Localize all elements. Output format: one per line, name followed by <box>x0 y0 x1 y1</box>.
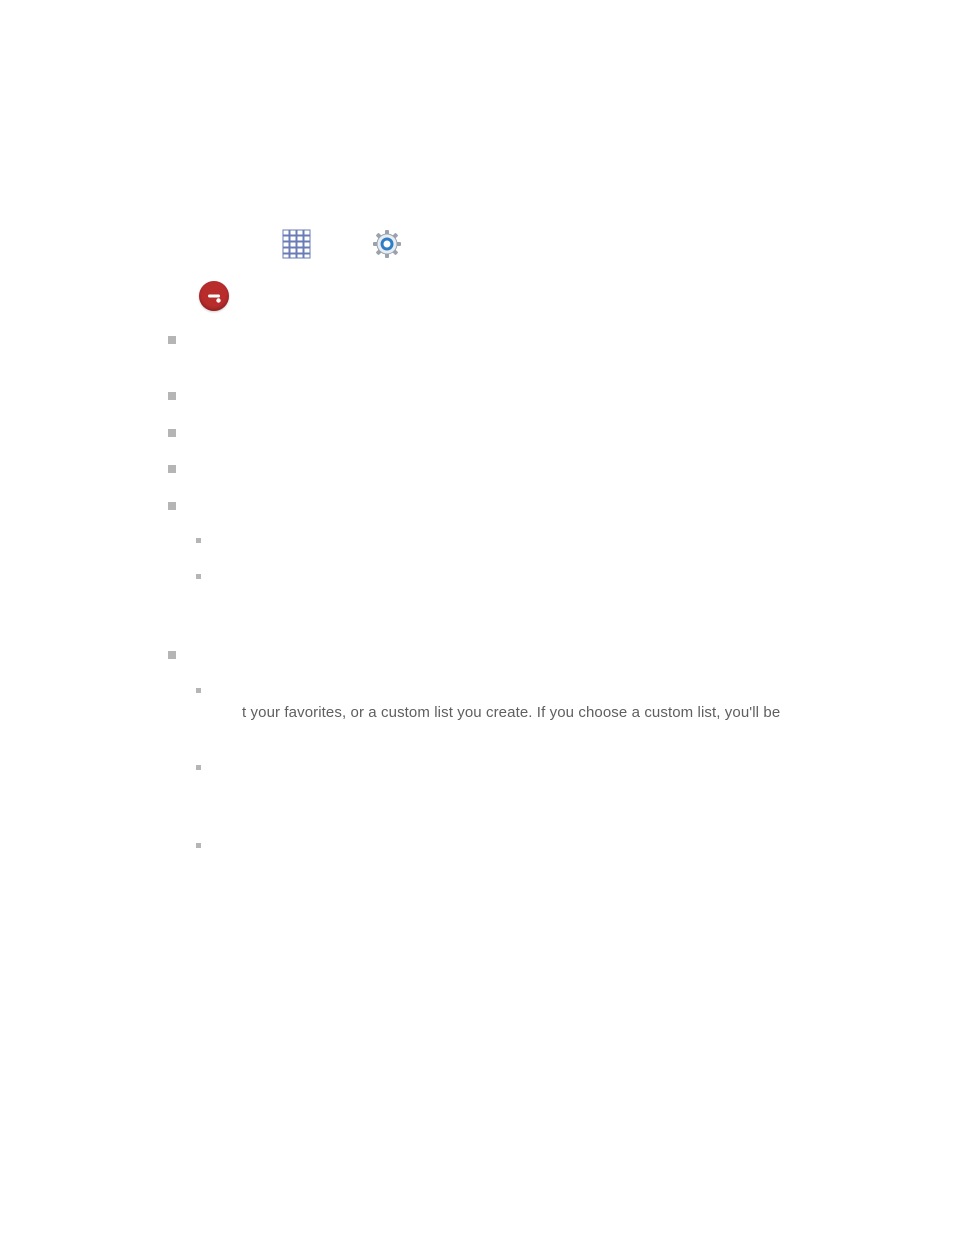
list-sub-bullet <box>196 574 201 579</box>
list-bullet <box>168 465 176 473</box>
list-sub-bullet <box>196 843 201 848</box>
list-sub-bullet <box>196 688 201 693</box>
grid-icon <box>282 229 312 259</box>
do-not-disturb-icon <box>199 281 229 311</box>
list-bullet <box>168 429 176 437</box>
body-text-fragment: t your favorites, or a custom list you c… <box>242 702 780 723</box>
list-sub-bullet <box>196 765 201 770</box>
list-bullet <box>168 336 176 344</box>
document-page: t your favorites, or a custom list you c… <box>0 0 954 1235</box>
gear-icon <box>372 229 402 259</box>
list-bullet <box>168 502 176 510</box>
list-sub-bullet <box>196 538 201 543</box>
list-bullet <box>168 651 176 659</box>
list-bullet <box>168 392 176 400</box>
